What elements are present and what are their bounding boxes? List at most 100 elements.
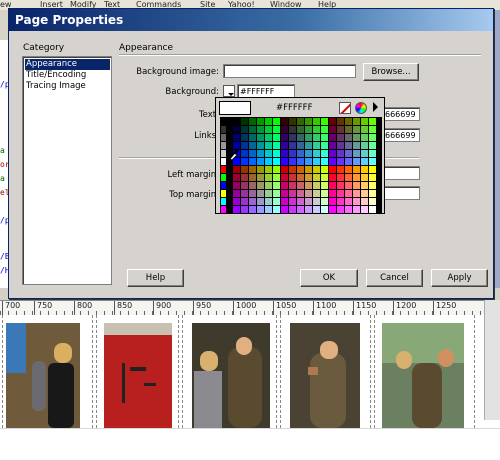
- color-swatch[interactable]: [249, 158, 256, 165]
- color-swatch[interactable]: [369, 198, 376, 205]
- color-swatch[interactable]: [305, 174, 312, 181]
- color-swatch[interactable]: [345, 118, 352, 125]
- color-swatch[interactable]: [345, 134, 352, 141]
- color-swatch[interactable]: [321, 118, 328, 125]
- color-swatch[interactable]: [297, 158, 304, 165]
- photo-woman-coat-2[interactable]: [290, 323, 360, 428]
- photo-woman-coat-3[interactable]: [382, 323, 464, 428]
- color-swatch[interactable]: [353, 198, 360, 205]
- color-swatch[interactable]: [233, 134, 240, 141]
- color-swatch[interactable]: [257, 142, 264, 149]
- color-swatch[interactable]: [265, 142, 272, 149]
- color-swatch[interactable]: [233, 126, 240, 133]
- color-swatch[interactable]: [249, 190, 256, 197]
- color-swatch[interactable]: [233, 206, 240, 213]
- color-swatch[interactable]: [345, 198, 352, 205]
- color-swatch[interactable]: [297, 142, 304, 149]
- color-swatch[interactable]: [353, 174, 360, 181]
- color-swatch[interactable]: [273, 118, 280, 125]
- color-swatch[interactable]: [361, 206, 368, 213]
- category-list[interactable]: Appearance Title/Encoding Tracing Image: [22, 56, 112, 285]
- color-swatch[interactable]: [233, 118, 240, 125]
- color-swatch[interactable]: [273, 174, 280, 181]
- cancel-button[interactable]: Cancel: [366, 269, 423, 287]
- color-swatch[interactable]: [329, 174, 336, 181]
- color-swatch[interactable]: [265, 206, 272, 213]
- color-swatch[interactable]: [369, 190, 376, 197]
- color-swatch[interactable]: [337, 158, 344, 165]
- color-swatch[interactable]: [353, 206, 360, 213]
- color-swatch[interactable]: [313, 166, 320, 173]
- color-swatch[interactable]: [281, 118, 288, 125]
- color-swatch[interactable]: [337, 166, 344, 173]
- color-swatch[interactable]: [313, 190, 320, 197]
- color-swatch[interactable]: [297, 190, 304, 197]
- color-swatch[interactable]: [265, 158, 272, 165]
- color-swatch[interactable]: [257, 158, 264, 165]
- picker-menu-icon[interactable]: [373, 102, 378, 112]
- color-swatch[interactable]: [345, 190, 352, 197]
- color-swatch[interactable]: [369, 174, 376, 181]
- color-swatch[interactable]: [353, 142, 360, 149]
- color-swatch[interactable]: [345, 150, 352, 157]
- color-swatch[interactable]: [221, 190, 226, 197]
- color-swatch[interactable]: [361, 150, 368, 157]
- color-swatch[interactable]: [265, 198, 272, 205]
- color-swatch[interactable]: [273, 150, 280, 157]
- color-swatch[interactable]: [361, 190, 368, 197]
- color-swatch[interactable]: [233, 182, 240, 189]
- color-swatch[interactable]: [313, 158, 320, 165]
- color-swatch[interactable]: [305, 126, 312, 133]
- color-swatch[interactable]: [353, 134, 360, 141]
- color-swatch[interactable]: [265, 174, 272, 181]
- color-swatch[interactable]: [329, 142, 336, 149]
- color-swatch[interactable]: [233, 198, 240, 205]
- color-swatch[interactable]: [241, 206, 248, 213]
- color-swatch[interactable]: [345, 158, 352, 165]
- color-swatch[interactable]: [313, 118, 320, 125]
- color-swatch[interactable]: [241, 166, 248, 173]
- color-swatch[interactable]: [281, 182, 288, 189]
- color-swatch[interactable]: [313, 126, 320, 133]
- color-swatch[interactable]: [329, 134, 336, 141]
- color-swatch[interactable]: [361, 198, 368, 205]
- color-swatch[interactable]: [321, 142, 328, 149]
- color-swatch[interactable]: [321, 190, 328, 197]
- color-swatch[interactable]: [249, 206, 256, 213]
- color-swatch[interactable]: [281, 190, 288, 197]
- color-swatch[interactable]: [369, 150, 376, 157]
- category-item-title-encoding[interactable]: Title/Encoding: [25, 70, 110, 81]
- color-swatch[interactable]: [313, 150, 320, 157]
- color-swatch[interactable]: [353, 126, 360, 133]
- color-swatch[interactable]: [297, 150, 304, 157]
- color-swatch[interactable]: [321, 166, 328, 173]
- color-swatch[interactable]: [249, 118, 256, 125]
- photo-girl-blonde[interactable]: [6, 323, 80, 428]
- color-swatch[interactable]: [289, 158, 296, 165]
- color-swatch[interactable]: [289, 134, 296, 141]
- color-swatch[interactable]: [329, 166, 336, 173]
- color-swatch[interactable]: [353, 150, 360, 157]
- color-swatch[interactable]: [281, 174, 288, 181]
- background-color-swatch[interactable]: [223, 85, 235, 97]
- color-swatch[interactable]: [329, 198, 336, 205]
- color-swatch[interactable]: [337, 198, 344, 205]
- color-swatch[interactable]: [353, 166, 360, 173]
- color-swatch[interactable]: [221, 158, 226, 165]
- color-swatch[interactable]: [297, 126, 304, 133]
- color-swatch[interactable]: [329, 206, 336, 213]
- color-swatch[interactable]: [249, 126, 256, 133]
- color-swatch[interactable]: [281, 150, 288, 157]
- color-swatch[interactable]: [257, 198, 264, 205]
- color-swatch[interactable]: [361, 158, 368, 165]
- color-swatch[interactable]: [241, 126, 248, 133]
- color-swatch[interactable]: [281, 126, 288, 133]
- color-swatch[interactable]: [369, 118, 376, 125]
- color-swatch[interactable]: [265, 190, 272, 197]
- color-swatch[interactable]: [321, 182, 328, 189]
- color-swatch[interactable]: [257, 126, 264, 133]
- color-swatch[interactable]: [329, 190, 336, 197]
- color-swatch[interactable]: [281, 158, 288, 165]
- color-swatch[interactable]: [273, 142, 280, 149]
- color-swatch[interactable]: [297, 174, 304, 181]
